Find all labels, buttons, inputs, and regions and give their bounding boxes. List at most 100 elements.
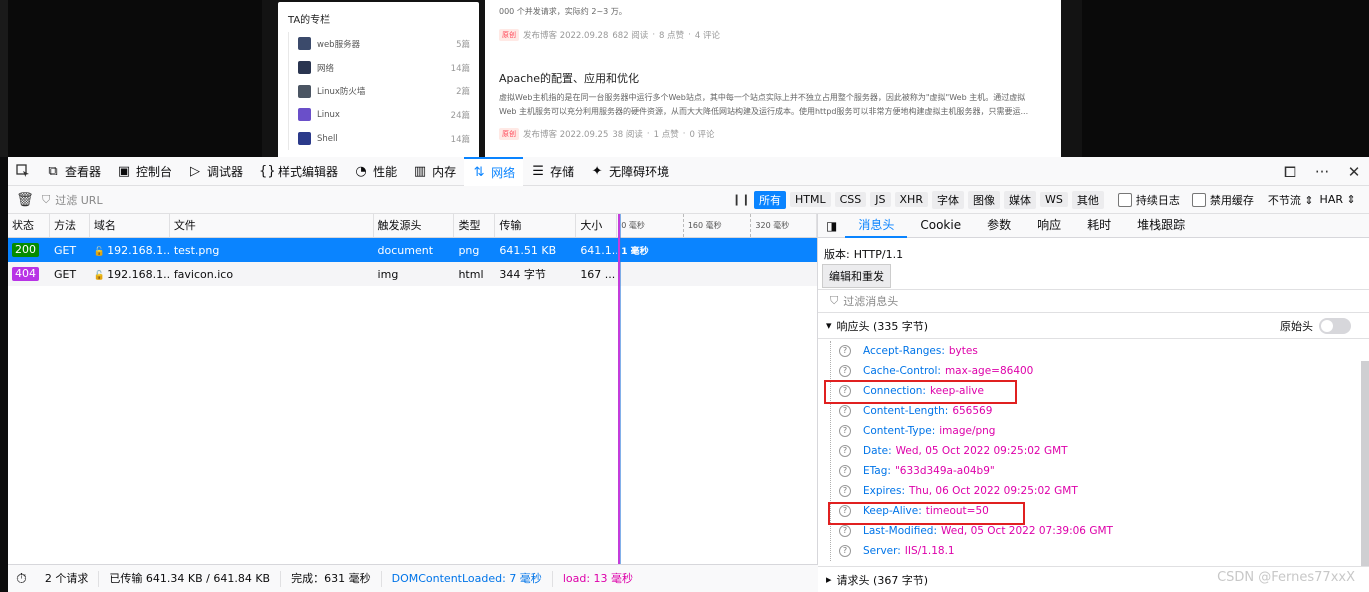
har-menu[interactable]: HAR ⇕: [1320, 193, 1356, 206]
network-toolbar: 🗑 ⛉ 过滤 URL ❙❙ 所有 HTML CSS JS XHR 字体 图像 媒…: [8, 186, 1369, 214]
checkbox[interactable]: [1191, 192, 1206, 207]
tab-storage[interactable]: ☰ 存储: [523, 157, 582, 186]
filter-xhr-button[interactable]: XHR: [894, 192, 928, 207]
column-item[interactable]: 网络 14篇: [289, 56, 470, 80]
article-title[interactable]: Apache的配置、应用和优化: [499, 70, 639, 86]
throttle-select[interactable]: 不节流 ⇕: [1268, 192, 1314, 208]
header-value: max-age=86400: [944, 365, 1034, 377]
header-row[interactable]: ? Cache-Control: max-age=86400: [831, 361, 1350, 381]
column-header-initiator[interactable]: 触发源头: [374, 214, 455, 237]
filter-media-button[interactable]: 媒体: [1003, 190, 1036, 209]
tab-network[interactable]: ⇅ 网络: [464, 156, 524, 186]
filter-fonts-button[interactable]: 字体: [931, 190, 964, 209]
column-item[interactable]: web服务器 5篇: [289, 32, 470, 56]
network-icon: ⇅: [473, 164, 485, 180]
column-header-domain[interactable]: 域名: [90, 214, 170, 237]
more-options-icon[interactable]: ···: [1313, 163, 1331, 181]
column-header-status[interactable]: 状态: [8, 214, 50, 237]
column-header-method[interactable]: 方法: [50, 214, 90, 237]
toggle-switch[interactable]: [1319, 317, 1351, 334]
filter-ws-button[interactable]: WS: [1039, 192, 1068, 207]
tab-cookies[interactable]: Cookie: [907, 214, 974, 238]
help-icon[interactable]: ?: [839, 465, 851, 477]
column-name: 网络: [317, 63, 335, 74]
column-header-timeline[interactable]: 0 毫秒 160 毫秒 320 毫秒: [617, 214, 817, 237]
domain-cell: 🔓 192.168.1...: [90, 268, 170, 281]
size-cell: 641.1...: [580, 243, 617, 257]
column-item[interactable]: Shell 14篇: [289, 127, 470, 151]
filter-html-button[interactable]: HTML: [790, 192, 831, 207]
method-cell: GET: [53, 243, 77, 257]
tab-stack-trace[interactable]: 堆栈跟踪: [1124, 214, 1198, 238]
tab-timings[interactable]: 耗时: [1074, 214, 1124, 238]
edit-and-resend-button[interactable]: 编辑和重发: [822, 264, 891, 288]
clear-requests-icon[interactable]: 🗑: [8, 192, 42, 208]
column-item[interactable]: Linux 24篇: [289, 103, 470, 127]
response-headers-title: 响应头 (335 字节): [836, 319, 929, 333]
response-headers-section[interactable]: ▾ 响应头 (335 字节) 原始头: [818, 313, 1369, 339]
tab-response[interactable]: 响应: [1024, 214, 1074, 238]
header-value: 656569: [952, 405, 993, 417]
header-row[interactable]: ? Server: IIS/1.18.1: [831, 541, 1350, 561]
tab-params[interactable]: 参数: [974, 214, 1024, 238]
pause-icon[interactable]: ❙❙: [732, 193, 752, 206]
header-value: "633d349a-a04b9": [894, 465, 995, 477]
help-icon[interactable]: ?: [839, 425, 851, 437]
persist-logs-checkbox[interactable]: 持续日志: [1117, 192, 1180, 208]
help-icon[interactable]: ?: [839, 485, 851, 497]
help-icon[interactable]: ?: [839, 525, 851, 537]
filter-js-button[interactable]: JS: [870, 192, 891, 207]
column-item[interactable]: Linux防火墙 2篇: [289, 79, 470, 103]
help-icon[interactable]: ?: [839, 365, 851, 377]
tab-accessibility[interactable]: ✦ 无障碍环境: [582, 157, 677, 186]
help-icon[interactable]: ?: [839, 545, 851, 557]
tab-style-editor[interactable]: {} 样式编辑器: [251, 157, 346, 186]
tab-console[interactable]: ▣ 控制台: [109, 157, 180, 186]
filter-css-button[interactable]: CSS: [834, 192, 867, 207]
tab-headers[interactable]: 消息头: [845, 214, 908, 238]
header-value: bytes: [948, 345, 978, 357]
help-icon[interactable]: ?: [839, 345, 851, 357]
filter-headers-input[interactable]: ⛉ 过滤消息头: [818, 289, 1369, 313]
column-header-transferred[interactable]: 传输: [495, 214, 577, 237]
dock-side-icon[interactable]: ⧠: [1281, 163, 1299, 181]
help-icon[interactable]: ?: [839, 445, 851, 457]
devtools-toolbar: ⧉ 查看器 ▣ 控制台 ▷ 调试器 {} 样式编辑器 ◔ 性能 ▥ 内存 ⇅ 网络 ☰ 存储 ✦…: [8, 156, 1369, 186]
tab-performance[interactable]: ◔ 性能: [346, 157, 405, 186]
header-row[interactable]: ? ETag: "633d349a-a04b9": [831, 461, 1350, 481]
tab-debugger[interactable]: ▷ 调试器: [180, 157, 251, 186]
sidebar-toggle-icon[interactable]: ◨: [818, 219, 845, 233]
article-meta: 原创 发布博客 2022.09.25 38 阅读 · 1 点赞 · 0 评论: [499, 128, 715, 140]
tab-inspector[interactable]: ⧉ 查看器: [38, 157, 109, 186]
help-icon[interactable]: ?: [839, 405, 851, 417]
close-icon[interactable]: ✕: [1345, 163, 1363, 181]
scrollbar[interactable]: [1361, 361, 1369, 566]
console-icon: ▣: [117, 163, 131, 179]
column-thumbnail: [298, 84, 311, 98]
filter-other-button[interactable]: 其他: [1071, 190, 1104, 209]
element-picker-icon[interactable]: [8, 157, 38, 186]
header-row[interactable]: ? Content-Type: image/png: [831, 421, 1350, 441]
column-thumbnail: [298, 108, 311, 122]
method-cell: GET: [53, 267, 77, 281]
column-header-type[interactable]: 类型: [454, 214, 496, 237]
header-name: Content-Type:: [863, 425, 936, 437]
stopwatch-icon[interactable]: ⏱: [8, 571, 35, 587]
filter-images-button[interactable]: 图像: [967, 190, 1000, 209]
header-row[interactable]: ? Date: Wed, 05 Oct 2022 09:25:02 GMT: [831, 441, 1350, 461]
disable-cache-checkbox[interactable]: 禁用缓存: [1191, 192, 1254, 208]
table-row[interactable]: 200 GET 🔓 192.168.1... test.png document …: [8, 238, 817, 262]
table-row[interactable]: 404 GET 🔓 192.168.1... favicon.ico img ht…: [8, 262, 817, 286]
annotation-box-connection: [824, 380, 1017, 404]
filter-headers-placeholder: 过滤消息头: [843, 295, 899, 308]
header-row[interactable]: ? Content-Length: 656569: [831, 401, 1350, 421]
raw-headers-toggle[interactable]: 原始头: [1280, 317, 1351, 334]
header-row[interactable]: ? Accept-Ranges: bytes: [831, 341, 1350, 361]
filter-url-input[interactable]: ⛉ 过滤 URL: [42, 192, 732, 208]
column-header-size[interactable]: 大小: [576, 214, 618, 237]
filter-all-button[interactable]: 所有: [754, 190, 786, 209]
header-row[interactable]: ? Expires: Thu, 06 Oct 2022 09:25:02 GMT: [831, 481, 1350, 501]
tab-memory[interactable]: ▥ 内存: [405, 157, 464, 186]
column-header-file[interactable]: 文件: [170, 214, 374, 237]
checkbox[interactable]: [1117, 192, 1132, 207]
